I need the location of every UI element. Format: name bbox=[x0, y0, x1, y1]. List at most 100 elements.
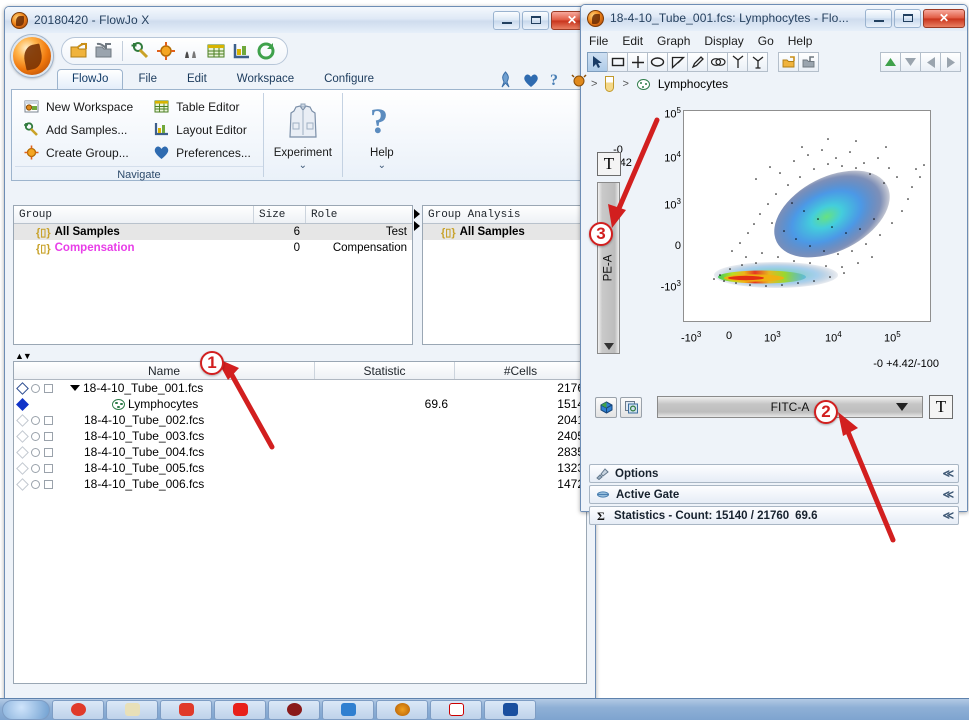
rectangle-gate-tool[interactable] bbox=[607, 52, 628, 72]
menu-display[interactable]: Display bbox=[704, 34, 743, 48]
layout-editor-icon[interactable] bbox=[230, 40, 252, 62]
group-analysis-row[interactable]: {▯} All Samples bbox=[423, 224, 586, 240]
taskbar-item[interactable] bbox=[214, 699, 266, 720]
refresh-icon[interactable] bbox=[255, 40, 277, 62]
nav-right-icon[interactable] bbox=[940, 52, 961, 72]
open-folder-icon[interactable] bbox=[68, 40, 90, 62]
tab-flowjo[interactable]: FlowJo bbox=[57, 69, 124, 89]
taskbar-item[interactable] bbox=[430, 699, 482, 720]
x-transform-button[interactable]: T bbox=[929, 395, 953, 419]
circle-marker-icon[interactable] bbox=[31, 479, 40, 489]
close-button[interactable]: ✕ bbox=[923, 8, 965, 28]
x-parameter-selector[interactable]: FITC-A bbox=[657, 396, 923, 418]
row-markers[interactable] bbox=[14, 381, 70, 395]
row-markers[interactable] bbox=[14, 413, 70, 427]
row-markers[interactable] bbox=[14, 445, 70, 459]
taskbar-item[interactable] bbox=[106, 699, 158, 720]
menu-go[interactable]: Go bbox=[758, 34, 774, 48]
menu-edit[interactable]: Edit bbox=[622, 34, 643, 48]
flowjo-orb-button[interactable] bbox=[11, 35, 53, 77]
options-panel-header[interactable]: Options ≪ bbox=[589, 464, 959, 483]
group-row-compensation[interactable]: {▯} Compensation 0 Compensation bbox=[14, 240, 412, 256]
menu-file[interactable]: File bbox=[589, 34, 608, 48]
maximize-button[interactable] bbox=[522, 10, 549, 30]
experiment-chevron-down-icon[interactable]: ⌄ bbox=[299, 160, 307, 171]
diamond-marker-icon[interactable] bbox=[16, 445, 29, 459]
tab-edit[interactable]: Edit bbox=[172, 69, 222, 89]
row-markers[interactable] bbox=[14, 461, 70, 475]
table-row[interactable]: 18-4-10_Tube_006.fcs 1472 bbox=[14, 476, 586, 492]
group-row-all-samples[interactable]: {▯} All Samples 6 Test bbox=[14, 224, 412, 240]
bug-icon[interactable] bbox=[571, 72, 587, 88]
oval-overlay-tool[interactable] bbox=[707, 52, 728, 72]
nav-left-icon[interactable] bbox=[920, 52, 941, 72]
tube-icon[interactable] bbox=[605, 76, 615, 92]
taskbar-item[interactable] bbox=[160, 699, 212, 720]
col-size[interactable]: Size bbox=[253, 206, 305, 223]
nav-down-icon[interactable] bbox=[900, 52, 921, 72]
menu-graph[interactable]: Graph bbox=[657, 34, 690, 48]
help-chevron-down-icon[interactable]: ⌄ bbox=[378, 160, 386, 171]
checkbox-marker-icon[interactable] bbox=[44, 463, 53, 473]
collapse-chevron-icon[interactable]: ≪ bbox=[942, 488, 953, 501]
checkbox-marker-icon[interactable] bbox=[44, 447, 53, 457]
tab-file[interactable]: File bbox=[123, 69, 172, 89]
minimize-button[interactable] bbox=[493, 10, 520, 30]
heart-icon[interactable] bbox=[523, 73, 539, 88]
start-orb[interactable] bbox=[2, 699, 50, 720]
statistics-panel-header[interactable]: Σ Statistics - Count: 15140 / 21760 69.6… bbox=[589, 506, 959, 525]
add-samples-icon[interactable] bbox=[130, 40, 152, 62]
collapse-chevron-icon[interactable]: ≪ bbox=[942, 467, 953, 480]
circle-marker-icon[interactable] bbox=[31, 463, 40, 473]
expand-triangle-icon[interactable] bbox=[70, 385, 80, 391]
export-icon[interactable] bbox=[93, 40, 115, 62]
breadcrumb-population-label[interactable]: Lymphocytes bbox=[658, 77, 728, 91]
taskbar-item[interactable] bbox=[376, 699, 428, 720]
table-editor-button[interactable]: Table Editor bbox=[149, 95, 259, 118]
nav-up-icon[interactable] bbox=[880, 52, 901, 72]
checkbox-marker-icon[interactable] bbox=[44, 431, 53, 441]
table-row[interactable]: Lymphocytes 69.6 1514 bbox=[14, 396, 586, 412]
circle-marker-icon[interactable] bbox=[31, 431, 40, 441]
3d-plot-icon[interactable] bbox=[595, 396, 617, 418]
col-role[interactable]: Role bbox=[305, 206, 412, 223]
col-cells[interactable]: #Cells bbox=[454, 362, 586, 379]
polygon-gate-tool[interactable] bbox=[667, 52, 688, 72]
checkbox-marker-icon[interactable] bbox=[44, 415, 53, 425]
active-gate-panel-header[interactable]: Active Gate ≪ bbox=[589, 485, 959, 504]
circle-marker-icon[interactable] bbox=[31, 383, 40, 393]
redo-icon[interactable] bbox=[798, 52, 819, 72]
add-samples-button[interactable]: Add Samples... bbox=[19, 118, 141, 141]
taskbar-item[interactable] bbox=[322, 699, 374, 720]
row-markers[interactable] bbox=[14, 429, 70, 443]
table-splitter[interactable] bbox=[413, 205, 422, 345]
diamond-marker-icon[interactable] bbox=[16, 477, 29, 491]
overlay-icon[interactable] bbox=[620, 396, 642, 418]
col-group-analysis[interactable]: Group Analysis bbox=[423, 206, 586, 223]
create-group-icon[interactable] bbox=[155, 40, 177, 62]
y-parameter-selector[interactable]: PE-A bbox=[597, 182, 620, 354]
table-row[interactable]: 18-4-10_Tube_003.fcs 2405 bbox=[14, 428, 586, 444]
create-group-button[interactable]: Create Group... bbox=[19, 141, 141, 164]
chevron-right-icon[interactable]: > bbox=[622, 78, 628, 90]
experiment-button[interactable]: Experiment ⌄ bbox=[264, 93, 342, 171]
row-markers[interactable] bbox=[14, 477, 70, 491]
table-row[interactable]: 18-4-10_Tube_004.fcs 2835 bbox=[14, 444, 586, 460]
table-row[interactable]: 18-4-10_Tube_001.fcs 2176 bbox=[14, 380, 586, 396]
tab-workspace[interactable]: Workspace bbox=[222, 69, 309, 89]
tab-configure[interactable]: Configure bbox=[309, 69, 389, 89]
diamond-marker-icon[interactable] bbox=[16, 461, 29, 475]
menu-help[interactable]: Help bbox=[788, 34, 813, 48]
scatter-plot[interactable] bbox=[683, 110, 931, 322]
diamond-marker-icon[interactable] bbox=[16, 397, 29, 411]
undo-icon[interactable] bbox=[778, 52, 799, 72]
checkbox-marker-icon[interactable] bbox=[44, 479, 53, 489]
compensation-icon[interactable] bbox=[180, 40, 202, 62]
col-group[interactable]: Group bbox=[14, 206, 253, 223]
ribbon-icon[interactable] bbox=[498, 71, 513, 88]
preferences-button[interactable]: Preferences... bbox=[149, 141, 259, 164]
y-transform-button[interactable]: T bbox=[597, 152, 621, 176]
split-gate-tool[interactable] bbox=[747, 52, 768, 72]
ellipse-gate-tool[interactable] bbox=[647, 52, 668, 72]
bisector-gate-tool[interactable] bbox=[727, 52, 748, 72]
